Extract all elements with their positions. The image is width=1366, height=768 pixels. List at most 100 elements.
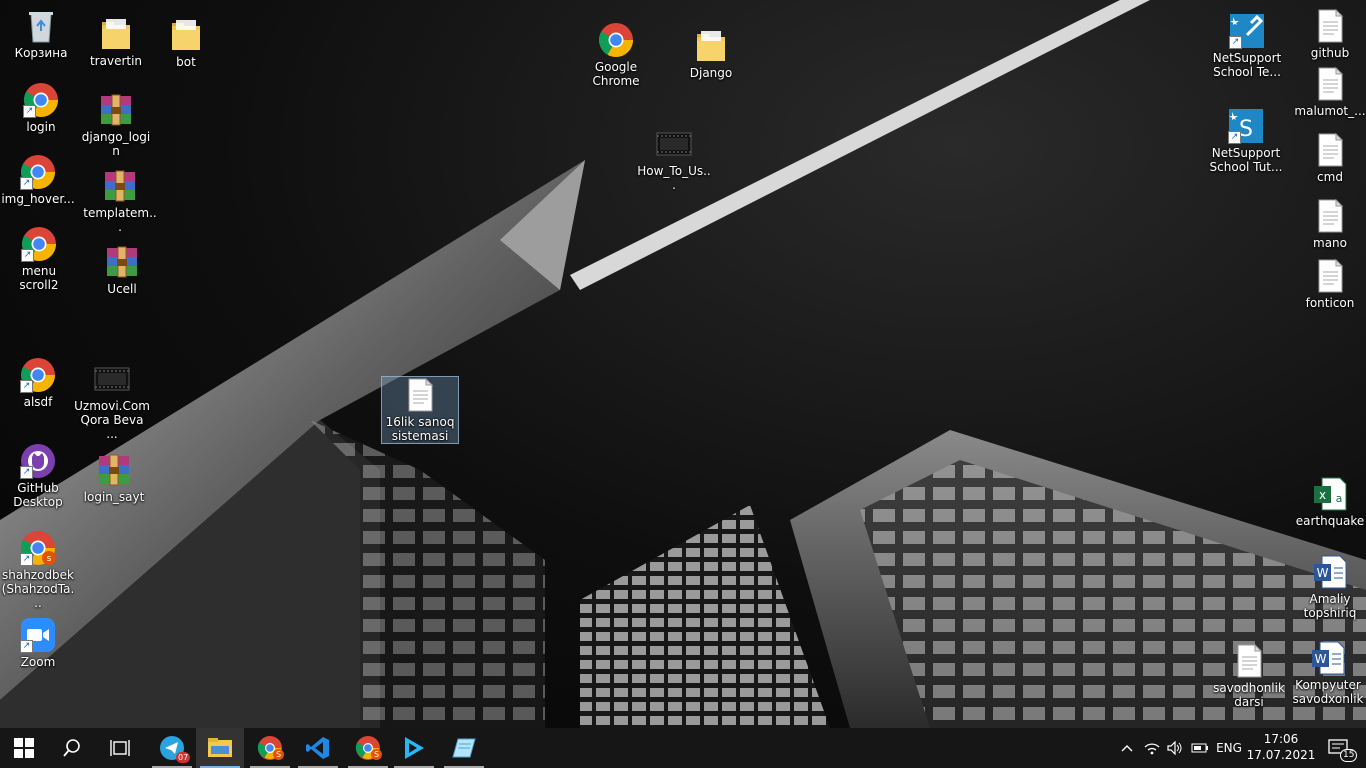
zoom-icon: ↗ [20,617,56,653]
desktop-icon-label: menu scroll2 [19,264,59,292]
desktop-icon-img-hover[interactable]: ↗ img_hover... [0,154,76,206]
svg-text:a: a [1336,492,1343,505]
desktop-icon-label: 16lik sanoq sistemasi [385,415,455,443]
battery-tray[interactable] [1188,728,1212,768]
search-button[interactable] [48,728,96,768]
taskbar-file-explorer[interactable] [196,728,244,768]
desktop-icon-label: cmd [1317,170,1343,184]
desktop-icon-label: alsdf [23,395,53,409]
desktop-icon-netsupport-school-te[interactable]: ↗ NetSupport School Te... [1207,13,1287,79]
volume-tray[interactable] [1164,728,1186,768]
winrar-archive-icon [98,92,134,128]
task-view-button[interactable] [96,728,144,768]
desktop-icon-ucell[interactable]: Ucell [84,244,160,296]
folder-icon [98,16,134,52]
taskbar-chrome-2[interactable]: S [344,728,392,768]
taskbar-media-player[interactable] [390,728,438,768]
wallpaper-buildings [0,0,1366,728]
network-tray[interactable] [1140,728,1164,768]
desktop-icon-github[interactable]: github [1290,8,1366,60]
desktop-icon-bot[interactable]: bot [148,17,224,69]
desktop-icon-label: Uzmovi.Com Qora Beva ... [74,399,150,441]
desktop-icon-savodhonlik-darsi[interactable]: savodhonlik darsi [1209,643,1289,709]
desktop-icon-корзина[interactable]: Корзина [3,8,79,60]
desktop-icon-django-login[interactable]: django_login [78,92,154,158]
show-hidden-icons-button[interactable] [1116,728,1138,768]
shortcut-arrow-icon: ↗ [1229,36,1242,49]
desktop-icon-django[interactable]: Django [673,28,749,80]
desktop-icon-label: login_sayt [83,490,145,504]
text-file-icon [1312,198,1348,234]
desktop-icon-amaliy-topshiriq[interactable]: W Amaliy topshiriq [1290,554,1366,620]
svg-text:S: S [1239,117,1253,142]
desktop-icon-label: github [1310,46,1350,60]
desktop[interactable]: Корзина ↗ login ↗ img_hover... ↗ menu scroll2 ↗… [0,0,1366,728]
shortcut-arrow-icon: ↗ [20,380,33,393]
folder-icon [168,17,204,53]
desktop-icon-16lik-sanoq-sistemasi[interactable]: 16lik sanoq sistemasi [381,376,459,444]
desktop-icon-label: Django [689,66,733,80]
action-center-button[interactable]: 15 [1318,728,1358,768]
desktop-icon-github-desktop[interactable]: ↗ GitHub Desktop [0,443,76,509]
desktop-icon-uzmovi-com-qora-beva[interactable]: Uzmovi.Com Qora Beva ... [74,361,150,441]
chrome-profile-icon: s ↗ [20,530,56,566]
desktop-icon-google-chrome[interactable]: Google Chrome [578,22,654,88]
desktop-icon-label: fonticon [1305,296,1355,310]
shortcut-arrow-icon: ↗ [20,553,33,566]
desktop-icon-mano[interactable]: mano [1290,198,1366,250]
desktop-icon-netsupport-school-tut[interactable]: S ↗ NetSupport School Tut... [1206,108,1286,174]
winrar-archive-icon [104,244,140,280]
shortcut-arrow-icon: ↗ [20,640,33,653]
video-icon [656,126,692,162]
desktop-icon-login-sayt[interactable]: login_sayt [76,452,152,504]
desktop-icon-kompyuter-savodxonlik[interactable]: W Kompyuter savodxonlik [1288,640,1366,706]
desktop-icon-zoom[interactable]: ↗ Zoom [0,617,76,669]
excel-icon: xa [1312,476,1348,512]
chrome-icon: ↗ [20,357,56,393]
desktop-icon-alsdf[interactable]: ↗ alsdf [0,357,76,409]
text-file-icon [1312,132,1348,168]
desktop-icon-label: Ucell [107,282,137,296]
notepad-icon [452,738,476,758]
winrar-archive-icon [96,452,132,488]
desktop-icon-how-to-us[interactable]: How_To_Us... [636,126,712,192]
desktop-icon-menu-scroll2[interactable]: ↗ menu scroll2 [1,226,77,292]
shortcut-arrow-icon: ↗ [1228,131,1241,144]
search-icon [63,739,80,757]
clock-date: 17.07.2021 [1246,748,1316,762]
language-indicator[interactable]: ENG [1212,728,1246,768]
desktop-icon-label: savodhonlik darsi [1213,681,1285,709]
desktop-icon-malumot[interactable]: malumot_... [1290,66,1366,118]
svg-text:W: W [1315,652,1327,666]
folder-icon [208,738,232,757]
desktop-icon-templatem[interactable]: templatem... [82,168,158,234]
taskbar-vscode[interactable] [294,728,342,768]
taskbar-telegram[interactable]: 07 [148,728,196,768]
github-desktop-icon: ↗ [20,443,56,479]
windows-logo-icon [14,738,34,758]
desktop-icon-travertin[interactable]: travertin [78,16,154,68]
folder-icon [693,28,729,64]
desktop-icon-earthquake[interactable]: x a earthquake [1290,476,1366,528]
netsupport-tech-icon: ↗ [1229,13,1265,49]
taskbar-notepad[interactable] [440,728,488,768]
desktop-icon-cmd[interactable]: cmd [1290,132,1366,184]
clock-time: 17:06 [1263,732,1299,746]
desktop-icon-shahzodbek-shahzodta[interactable]: s ↗ shahzodbek (ShahzodTa... [0,530,76,610]
desktop-icon-label: mano [1313,236,1347,250]
desktop-icon-label: malumot_... [1294,104,1366,118]
chrome-icon: ↗ [21,226,57,262]
video-icon [94,361,130,397]
taskbar-chrome-1[interactable]: S [246,728,294,768]
desktop-icon-login[interactable]: ↗ login [3,82,79,134]
desktop-icon-label: bot [176,55,196,69]
battery-icon [1191,743,1208,753]
chrome-icon: ↗ [23,82,59,118]
start-button[interactable] [0,728,48,768]
desktop-icon-fonticon[interactable]: fonticon [1290,258,1366,310]
shortcut-arrow-icon: ↗ [20,466,33,479]
vscode-icon [306,737,329,759]
clock[interactable]: 17:06 17.07.2021 [1246,731,1316,763]
desktop-icon-label: earthquake [1295,514,1365,528]
winrar-archive-icon [102,168,138,204]
